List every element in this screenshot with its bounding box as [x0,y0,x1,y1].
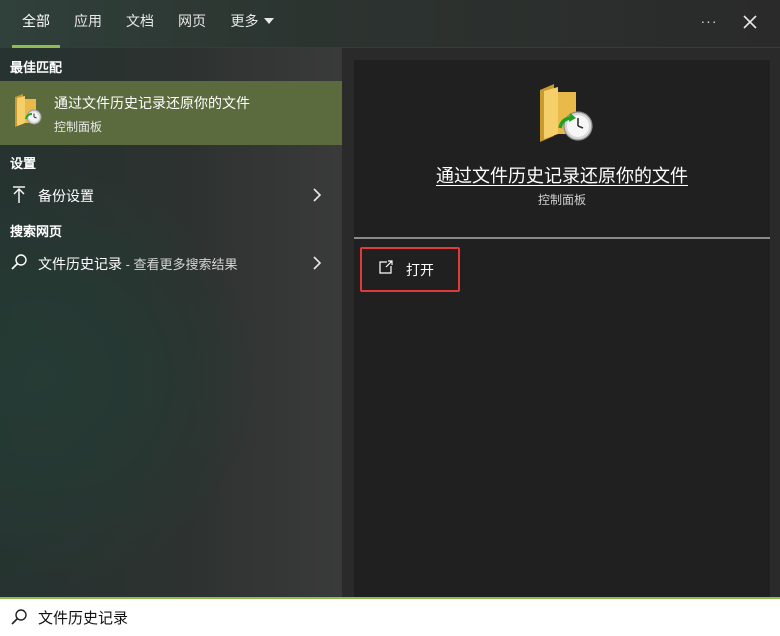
detail-title[interactable]: 通过文件历史记录还原你的文件 [354,162,770,188]
tab-more[interactable]: 更多 [224,0,280,48]
web-search-heading: 搜索网页 [10,224,63,239]
search-input[interactable] [38,603,738,631]
web-search-query: 文件历史记录 [38,256,122,272]
tab-web[interactable]: 网页 [170,0,214,48]
tab-all[interactable]: 全部 [12,0,60,48]
chevron-down-icon [263,18,274,25]
settings-heading: 设置 [10,156,37,171]
tab-apps-label: 应用 [74,13,102,29]
best-match-subtitle: 控制面板 [54,120,103,134]
tab-all-label: 全部 [22,13,50,29]
open-action-button[interactable]: 打开 [360,247,460,292]
tab-documents-label: 文档 [126,13,154,29]
tab-more-label: 更多 [230,13,259,29]
best-match-result[interactable]: 通过文件历史记录还原你的文件 控制面板 [0,81,342,145]
search-icon [11,609,27,625]
more-options-button[interactable]: ··· [696,8,722,34]
web-search-label: 文件历史记录 - 查看更多搜索结果 [38,254,238,274]
results-pane: 最佳匹配 通过文件历史记录还原你的文件 控制面板 设置 备份设置 搜索网页 文件… [0,48,342,597]
detail-divider [354,237,770,239]
upload-arrow-icon [13,186,25,203]
settings-item-label: 备份设置 [38,188,94,204]
close-button[interactable] [736,8,764,36]
search-icon [11,254,27,270]
search-bar [0,597,780,636]
tab-web-label: 网页 [178,13,206,29]
open-action-label: 打开 [406,262,434,278]
detail-subtitle: 控制面板 [537,193,586,207]
ellipsis-icon: ··· [700,13,718,29]
chevron-right-icon[interactable] [312,256,322,270]
web-search-result[interactable]: 文件历史记录 - 查看更多搜索结果 [0,245,342,281]
folder-clock-icon [15,94,42,127]
chevron-right-icon[interactable] [312,188,322,202]
tab-apps[interactable]: 应用 [66,0,110,48]
tab-documents[interactable]: 文档 [118,0,162,48]
settings-item-backup[interactable]: 备份设置 [0,177,342,213]
best-match-heading: 最佳匹配 [10,60,63,75]
close-icon [743,15,757,29]
web-search-suffix: - 查看更多搜索结果 [122,257,238,272]
folder-clock-icon [540,84,593,142]
filter-tab-bar: 全部 应用 文档 网页 更多 ··· [0,0,780,48]
open-external-icon [379,260,393,274]
best-match-title: 通过文件历史记录还原你的文件 [54,95,250,111]
